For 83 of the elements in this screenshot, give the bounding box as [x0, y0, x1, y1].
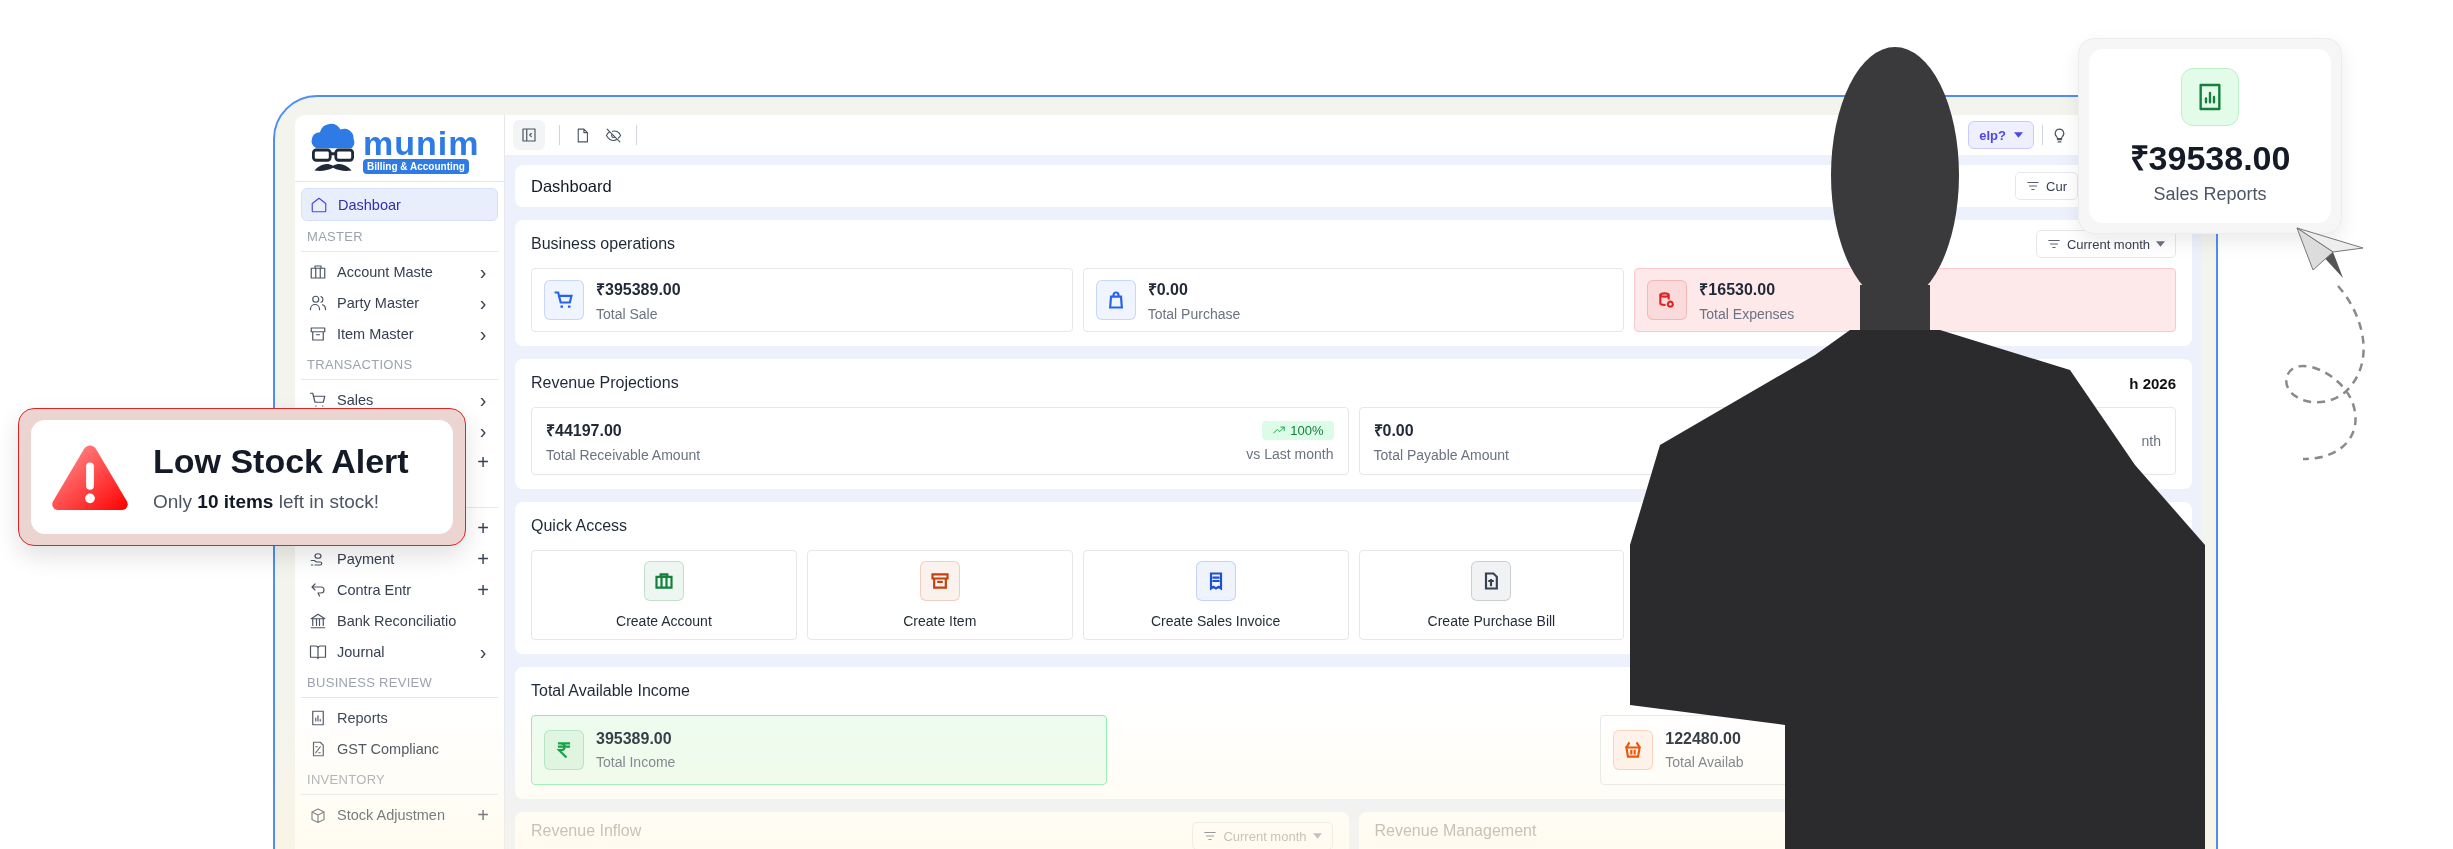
section-heading: TRANSACTIONS: [307, 356, 413, 372]
stat-label: Total Sale: [596, 306, 659, 322]
expand-toggle[interactable]: ›: [476, 389, 490, 410]
nav-item[interactable]: Journal ›: [301, 636, 498, 667]
stat-value: ₹0.00: [1373, 421, 1415, 441]
trend-up-icon: [1272, 423, 1287, 437]
cart-icon: [309, 390, 327, 409]
trend-badge: 100%: [1262, 420, 1334, 440]
nav-item[interactable]: Stock Adjustmen +: [301, 799, 498, 830]
book-icon: [309, 642, 327, 661]
brand-tagline: Billing & Accounting: [363, 158, 469, 174]
nav-item[interactable]: Contra Entr +: [301, 574, 498, 605]
nav-item[interactable]: Payment +: [301, 543, 498, 574]
section-heading: INVENTORY: [307, 771, 386, 787]
stat-value: ₹0.00: [1147, 280, 1189, 300]
users-icon: [309, 293, 327, 312]
expand-toggle[interactable]: ›: [476, 641, 490, 662]
expand-toggle[interactable]: +: [476, 579, 490, 600]
brand-name: munim: [363, 126, 480, 159]
filter-icon: [2046, 237, 2061, 251]
filter-button[interactable]: Current month: [2035, 230, 2176, 258]
section-heading: MASTER: [307, 228, 363, 244]
sales-label: Sales Reports: [2153, 183, 2267, 205]
section-heading: BUSINESS REVIEW: [307, 674, 433, 690]
filter-button[interactable]: Cur: [2015, 172, 2078, 200]
nav-item[interactable]: GST Complianc: [301, 733, 498, 764]
sidebar-panel-icon: [520, 126, 538, 144]
expand-toggle[interactable]: +: [476, 548, 490, 569]
warning-icon: [51, 443, 129, 511]
expand-toggle[interactable]: ›: [476, 323, 490, 344]
expand-toggle[interactable]: ›: [476, 292, 490, 313]
expand-toggle[interactable]: +: [476, 451, 490, 472]
nav-item[interactable]: Item Master ›: [301, 318, 498, 349]
bank-icon: [309, 611, 327, 630]
section-title: Revenue Management: [1374, 822, 1537, 840]
stat-label: Total Purchase: [1147, 306, 1241, 322]
quick-action-tile[interactable]: Create Account: [531, 550, 797, 640]
caret-down-icon: [2156, 241, 2165, 247]
expand-toggle[interactable]: ›: [476, 420, 490, 441]
section-title: Total Available Income: [531, 682, 690, 700]
quick-action-tile[interactable]: Create Sales Invoice: [1082, 550, 1349, 640]
section-title: Revenue Inflow: [531, 822, 642, 840]
stat-value: ₹44197.00: [546, 421, 623, 441]
stat-label: Total Receivable Amount: [546, 447, 701, 463]
eye-off-icon[interactable]: [605, 126, 622, 144]
sidebar-toggle-button[interactable]: [513, 120, 545, 150]
section-title: Business operations: [531, 235, 676, 253]
caret-down-icon: [2014, 132, 2023, 138]
nav-item[interactable]: Bank Reconciliatio: [301, 605, 498, 636]
caret-down-icon: [1312, 833, 1322, 839]
stat-value: 395389.00: [596, 730, 673, 748]
stat-label: Total Availab: [1665, 754, 1744, 770]
filter-icon: [2026, 179, 2041, 193]
page-title: Dashboard: [531, 176, 612, 196]
quick-action-tile[interactable]: Create Item: [806, 550, 1073, 640]
alert-title: Low Stock Alert: [153, 441, 409, 481]
filter-icon: [1203, 829, 1218, 843]
stat-label: Total Income: [596, 754, 676, 770]
section-title: Revenue Projections: [531, 374, 679, 392]
nav-item[interactable]: Party Master ›: [301, 287, 498, 318]
expand-toggle[interactable]: +: [476, 517, 490, 538]
archive-icon: [309, 324, 327, 343]
stat-value: 122480.00: [1665, 730, 1742, 748]
briefcase-icon: [309, 262, 327, 281]
period-label: h 2026: [2129, 374, 2176, 392]
stat-label: Total Expenses: [1699, 306, 1795, 322]
home-icon: [310, 195, 328, 214]
help-button[interactable]: elp?: [1968, 121, 2034, 149]
quick-action-tile[interactable]: Create Purchase Bill: [1358, 550, 1625, 640]
stat-value: ₹16530.00: [1699, 280, 1777, 300]
comparison-label: nth: [2141, 433, 2161, 449]
nav-item[interactable]: Account Maste ›: [301, 256, 498, 287]
stat-value: ₹395389.00: [596, 280, 681, 300]
section-title: Quick Access: [531, 517, 628, 535]
sales-amount: ₹39538.00: [2129, 137, 2291, 179]
nav-item[interactable]: Dashboar: [301, 188, 498, 221]
nav-item[interactable]: Reports: [301, 702, 498, 733]
alert-message: Only 10 items left in stock!: [153, 490, 380, 513]
comparison-label: vs Last month: [1246, 445, 1334, 462]
chart-icon: [309, 708, 327, 727]
expand-toggle[interactable]: +: [476, 804, 490, 825]
stat-label: Total Payable Amount: [1373, 447, 1509, 463]
expand-toggle[interactable]: ›: [476, 261, 490, 282]
